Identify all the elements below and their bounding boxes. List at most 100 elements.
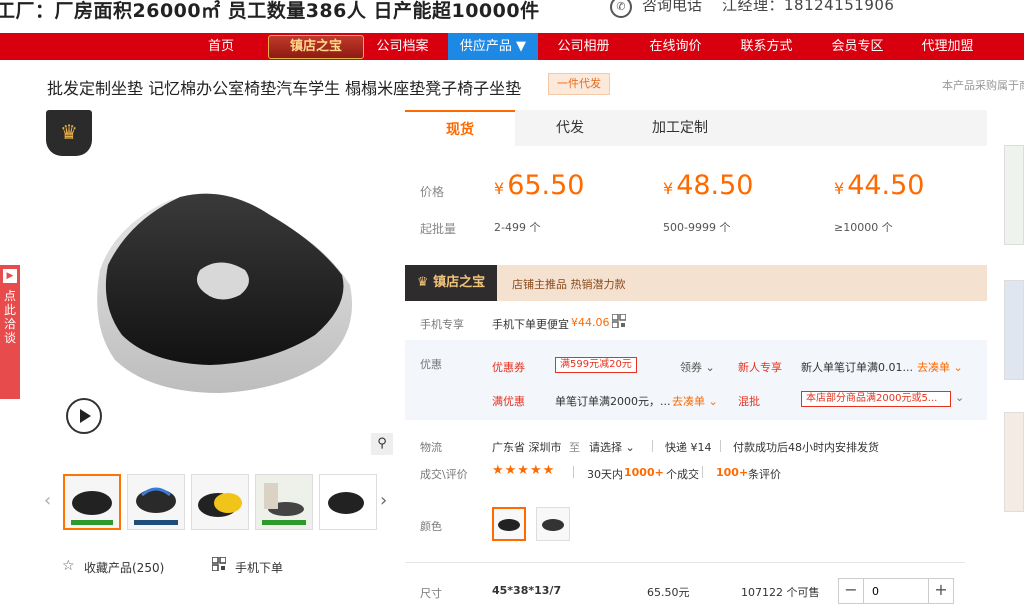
nav-treasure-badge[interactable]: 镇店之宝 — [268, 35, 364, 59]
moq-tier-1: 2-499 个 — [494, 221, 541, 234]
ship-from: 广东省 深圳市 — [492, 441, 562, 454]
price-value: 48.50 — [676, 170, 754, 201]
thumbnail-image — [71, 491, 113, 525]
express-fee: 快递 ¥14 — [665, 441, 712, 454]
nav-home[interactable]: 首页 — [192, 33, 250, 60]
go-order-button[interactable]: 去凑单 ⌄ — [917, 359, 963, 375]
product-main-image[interactable] — [60, 165, 390, 455]
color-label: 颜色 — [420, 520, 442, 533]
side-ad-3[interactable] — [1004, 412, 1024, 512]
quantity-input[interactable] — [863, 579, 929, 603]
hotline-number: 江经理：18124151906 — [722, 0, 895, 14]
chat-float-button[interactable]: ▶ 点此洽谈 — [0, 265, 20, 399]
sales-count: 1000+ — [624, 466, 664, 479]
mobile-exclusive-price: ¥44.06 — [571, 316, 610, 329]
nav-company-album[interactable]: 公司相册 — [546, 33, 621, 60]
treasure-text: 店铺主推品 热销潜力款 — [512, 278, 626, 291]
moq-label: 起批量 — [420, 222, 457, 236]
price-tier-3: ¥44.50 — [834, 170, 924, 201]
price-value: 65.50 — [507, 170, 585, 201]
mobile-order-button[interactable]: 手机下单 — [235, 559, 283, 576]
price-tier-2: ¥48.50 — [663, 170, 753, 201]
nav-products[interactable]: 供应产品 ▼ — [448, 33, 538, 60]
thumbnail-image — [134, 487, 178, 525]
thumbnail-image — [256, 475, 312, 529]
star-outline-icon[interactable]: ☆ — [62, 558, 75, 574]
separator — [573, 466, 574, 478]
side-ad-1[interactable] — [1004, 145, 1024, 245]
quantity-stepper: − + — [838, 578, 954, 604]
minus-icon[interactable]: − — [839, 579, 863, 603]
claim-coupon-button[interactable]: 领券 ⌄ — [680, 359, 715, 375]
chevron-down-icon[interactable]: ⌄ — [955, 391, 964, 404]
color-option-1[interactable] — [492, 507, 526, 541]
nav-agent-join[interactable]: 代理加盟 — [910, 33, 985, 60]
crown-icon: ♛ — [416, 275, 434, 290]
promotions-label: 优惠 — [420, 358, 442, 371]
thumbnail-image — [320, 475, 376, 529]
arrow-right-icon: ▶ — [3, 269, 17, 283]
thumbnail-3[interactable] — [191, 474, 249, 530]
nav-online-inquiry[interactable]: 在线询价 — [638, 33, 713, 60]
thumbnail-5[interactable] — [319, 474, 377, 530]
mixed-batch-label: 混批 — [738, 395, 760, 408]
crown-icon: ♛ — [46, 110, 92, 156]
mobile-exclusive-label: 手机专享 — [420, 318, 464, 331]
moq-tier-3: ≥10000 个 — [834, 221, 893, 234]
play-icon — [80, 409, 91, 423]
tab-custom[interactable]: 加工定制 — [625, 110, 735, 146]
mixed-batch-tag[interactable]: 本店部分商品满2000元或5... — [801, 391, 951, 407]
treasure-badge: ♛ 镇店之宝 — [405, 265, 497, 301]
nav-company-profile[interactable]: 公司档案 — [365, 33, 440, 60]
plus-icon[interactable]: + — [929, 579, 953, 603]
discount-text: 单笔订单满2000元，... — [555, 395, 671, 408]
logistics-label: 物流 — [420, 441, 442, 454]
thumbnail-2[interactable] — [127, 474, 185, 530]
side-ad-2[interactable] — [1004, 280, 1024, 380]
dropship-tag: 一件代发 — [548, 73, 610, 95]
main-nav: 首页 镇店之宝 公司档案 供应产品 ▼ 公司相册 在线询价 联系方式 会员专区 … — [0, 33, 1024, 60]
thumbnail-image — [198, 493, 242, 517]
dispatch-time: 付款成功后48小时内安排发货 — [733, 441, 879, 454]
coupon-tag[interactable]: 满599元减20元 — [555, 357, 637, 373]
size-label: 尺寸 — [420, 587, 442, 600]
qr-code-icon[interactable] — [612, 314, 626, 328]
separator — [652, 440, 653, 452]
moq-tier-2: 500-9999 个 — [663, 221, 731, 234]
go-order-button[interactable]: 去凑单 ⌄ — [672, 393, 718, 409]
currency-symbol: ¥ — [663, 179, 674, 198]
new-user-text: 新人单笔订单满0.01... — [801, 361, 913, 374]
sales-prefix: 30天内 — [587, 468, 623, 481]
ship-to-select[interactable]: 请选择 ⌄ — [589, 439, 635, 455]
purchase-note: 本产品采购属于商 — [942, 79, 1024, 92]
favorite-button[interactable]: 收藏产品(250) — [84, 559, 164, 576]
tab-in-stock[interactable]: 现货 — [405, 110, 515, 146]
color-option-2[interactable] — [536, 507, 570, 541]
coupon-label: 优惠券 — [492, 361, 525, 374]
thumb-prev-icon[interactable]: ‹ — [44, 490, 51, 511]
qr-code-icon[interactable] — [212, 557, 226, 571]
rating-stars: ★★★★★ — [492, 463, 556, 478]
size-stock: 107122 个可售 — [741, 586, 820, 599]
play-video-button[interactable] — [66, 398, 102, 434]
thumb-next-icon[interactable]: › — [380, 490, 387, 511]
thumbnail-4[interactable] — [255, 474, 313, 530]
zoom-icon[interactable]: ⚲ — [371, 433, 393, 455]
sales-suffix: 个成交 — [666, 468, 699, 481]
review-count[interactable]: 100+ — [716, 466, 748, 479]
chat-float-label: 点此洽谈 — [4, 289, 17, 345]
ship-to-label: 至 — [569, 441, 580, 454]
treasure-badge-label: 镇店之宝 — [433, 275, 486, 290]
nav-contact[interactable]: 联系方式 — [729, 33, 804, 60]
tab-dropship[interactable]: 代发 — [515, 110, 625, 146]
price-label: 价格 — [420, 185, 445, 199]
separator — [702, 466, 703, 478]
separator — [720, 440, 721, 452]
currency-symbol: ¥ — [494, 179, 505, 198]
discount-label: 满优惠 — [492, 395, 525, 408]
nav-member-zone[interactable]: 会员专区 — [820, 33, 895, 60]
hotline-label: 咨询电话 — [642, 0, 703, 14]
reviews-label: 成交\评价 — [420, 468, 468, 481]
thumbnail-1[interactable] — [63, 474, 121, 530]
size-price: 65.50元 — [647, 586, 690, 599]
